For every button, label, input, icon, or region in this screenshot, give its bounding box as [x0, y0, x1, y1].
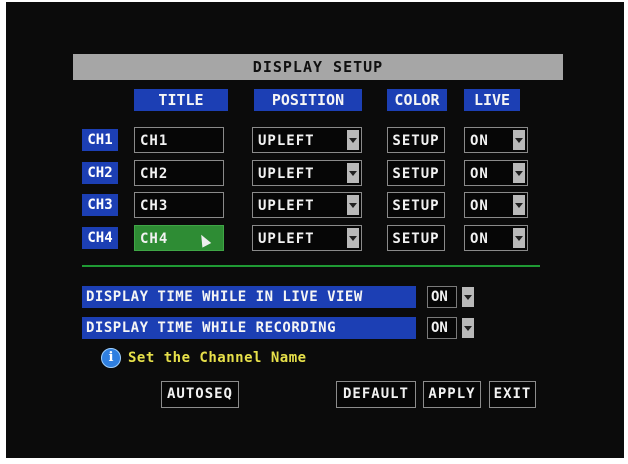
info-icon: i [101, 348, 121, 368]
channel-label-ch4: CH4 [82, 227, 118, 249]
position-value: UPLEFT [258, 198, 315, 214]
chevron-down-icon[interactable] [513, 163, 525, 183]
position-value: UPLEFT [258, 166, 315, 182]
column-header-title: TITLE [134, 89, 228, 111]
chevron-down-icon[interactable] [462, 318, 474, 338]
channel-label-ch3: CH3 [82, 194, 118, 216]
chevron-down-icon[interactable] [513, 228, 525, 248]
channel-title-field-ch4[interactable]: CH4 [134, 225, 224, 251]
position-dropdown-ch4[interactable]: UPLEFT [252, 225, 362, 251]
section-divider [82, 265, 540, 267]
live-dropdown-ch4[interactable]: ON [464, 225, 528, 251]
channel-label-ch2: CH2 [82, 162, 118, 184]
chevron-down-icon[interactable] [347, 163, 359, 183]
chevron-down-icon[interactable] [347, 195, 359, 215]
hint-text: Set the Channel Name [128, 350, 307, 366]
chevron-down-icon[interactable] [347, 130, 359, 150]
live-view-time-value: ON [431, 289, 448, 305]
color-setup-button-ch1[interactable]: SETUP [387, 127, 445, 153]
autoseq-button[interactable]: AUTOSEQ [161, 381, 239, 408]
position-value: UPLEFT [258, 133, 315, 149]
chevron-down-icon[interactable] [513, 130, 525, 150]
channel-title-field-ch2[interactable]: CH2 [134, 160, 224, 186]
chevron-down-icon[interactable] [462, 287, 474, 307]
live-value: ON [470, 133, 489, 149]
option-label-live-view-time: DISPLAY TIME WHILE IN LIVE VIEW [82, 286, 416, 308]
color-setup-button-ch2[interactable]: SETUP [387, 160, 445, 186]
channel-title-field-ch3[interactable]: CH3 [134, 192, 224, 218]
live-dropdown-ch2[interactable]: ON [464, 160, 528, 186]
option-label-recording-time: DISPLAY TIME WHILE RECORDING [82, 317, 416, 339]
position-value: UPLEFT [258, 231, 315, 247]
channel-title-field-ch1[interactable]: CH1 [134, 127, 224, 153]
recording-time-dropdown[interactable]: ON [427, 317, 457, 339]
exit-button[interactable]: EXIT [489, 381, 536, 408]
live-dropdown-ch1[interactable]: ON [464, 127, 528, 153]
column-header-position: POSITION [254, 89, 362, 111]
live-dropdown-ch3[interactable]: ON [464, 192, 528, 218]
dvr-screen: DISPLAY SETUP TITLE POSITION COLOR LIVE … [6, 2, 624, 458]
color-setup-button-ch3[interactable]: SETUP [387, 192, 445, 218]
position-dropdown-ch2[interactable]: UPLEFT [252, 160, 362, 186]
recording-time-value: ON [431, 320, 448, 336]
live-value: ON [470, 166, 489, 182]
color-setup-button-ch4[interactable]: SETUP [387, 225, 445, 251]
default-button[interactable]: DEFAULT [336, 381, 416, 408]
live-view-time-dropdown[interactable]: ON [427, 286, 457, 308]
column-header-live: LIVE [464, 89, 520, 111]
chevron-down-icon[interactable] [347, 228, 359, 248]
position-dropdown-ch3[interactable]: UPLEFT [252, 192, 362, 218]
position-dropdown-ch1[interactable]: UPLEFT [252, 127, 362, 153]
channel-label-ch1: CH1 [82, 129, 118, 151]
live-value: ON [470, 231, 489, 247]
column-header-color: COLOR [387, 89, 447, 111]
apply-button[interactable]: APPLY [423, 381, 481, 408]
live-value: ON [470, 198, 489, 214]
window-title: DISPLAY SETUP [73, 54, 563, 80]
chevron-down-icon[interactable] [513, 195, 525, 215]
